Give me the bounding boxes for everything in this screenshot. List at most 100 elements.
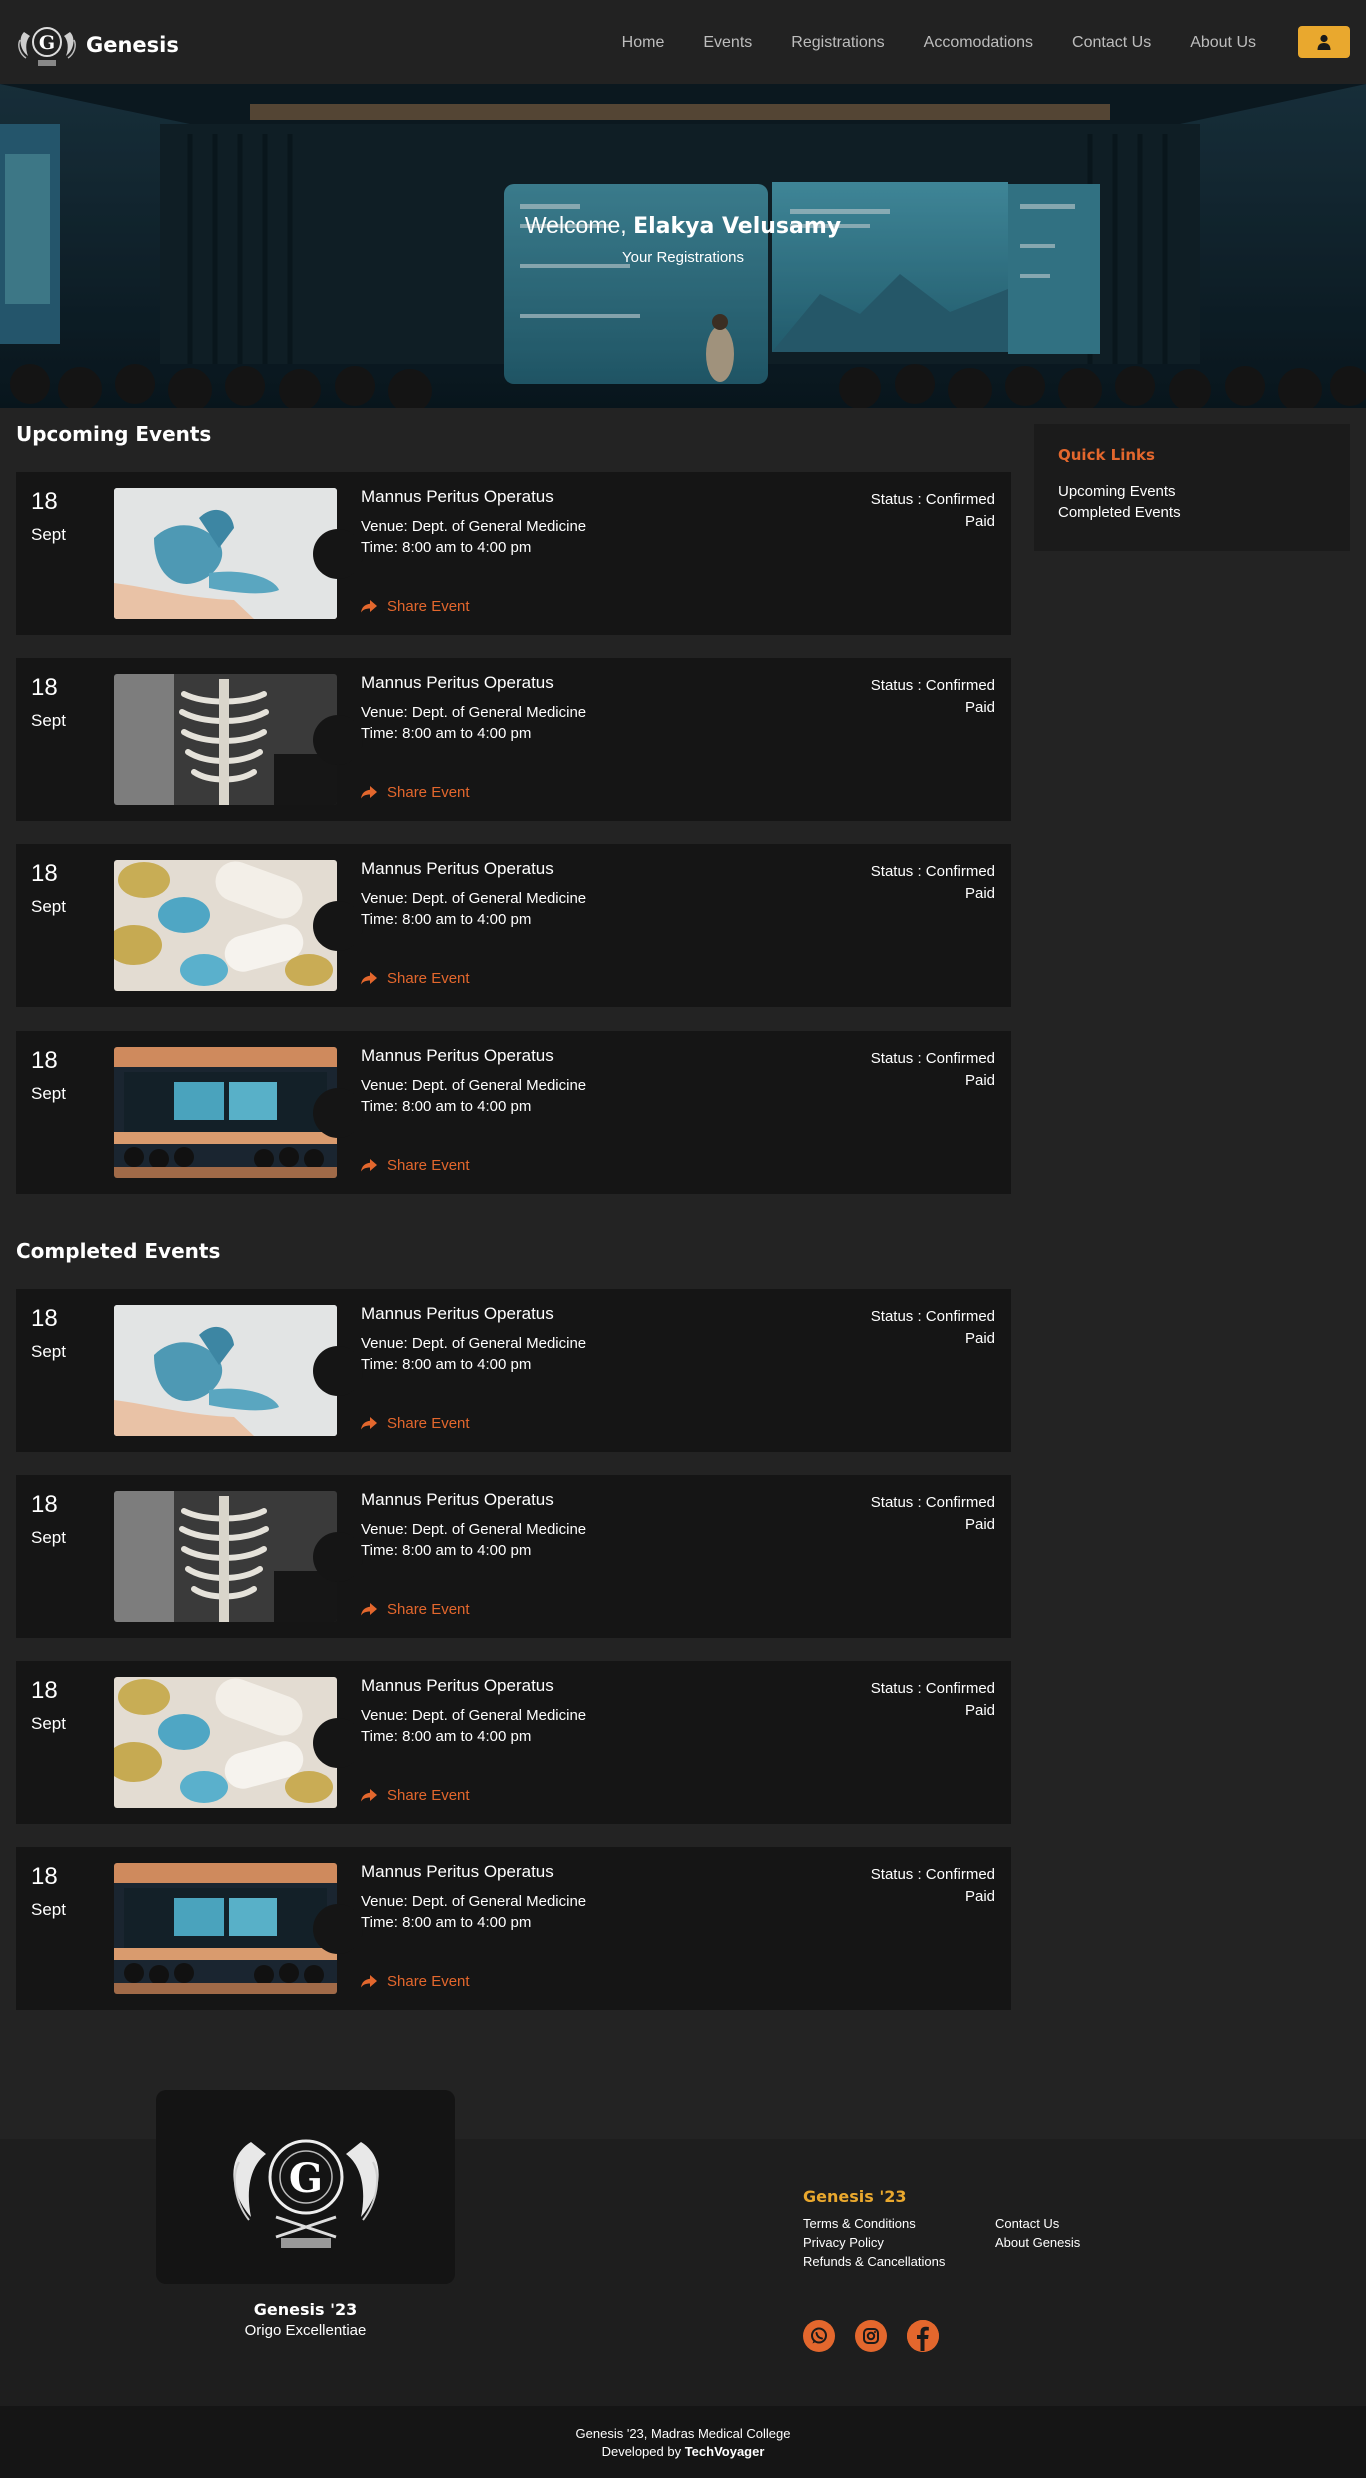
payment-status: Paid bbox=[964, 1702, 995, 1719]
status-text: Status : Confirmed bbox=[870, 1680, 995, 1697]
nav-about-us[interactable]: About Us bbox=[1190, 34, 1256, 52]
upcoming-events-title: Upcoming Events bbox=[16, 422, 212, 446]
event-status: Status : Confirmed Paid bbox=[871, 489, 995, 533]
quick-link-upcoming-events[interactable]: Upcoming Events bbox=[1058, 481, 1326, 502]
event-title[interactable]: Mannus Peritus Operatus bbox=[361, 1490, 554, 1510]
nav-contact-us[interactable]: Contact Us bbox=[1072, 34, 1151, 52]
footer-link-contact[interactable]: Contact Us bbox=[995, 2216, 1059, 2231]
instagram-button[interactable] bbox=[855, 2320, 887, 2352]
share-event-label: Share Event bbox=[387, 1973, 470, 1990]
nav-accomodations[interactable]: Accomodations bbox=[924, 34, 1033, 52]
event-image-notch bbox=[313, 1718, 363, 1768]
event-card: 18 Sept Mannus Peritus Operatus Venue: D… bbox=[16, 472, 1011, 635]
share-event-button[interactable]: Share Event bbox=[361, 598, 470, 615]
event-status: Status : Confirmed Paid bbox=[871, 675, 995, 719]
event-image-gloved-hand bbox=[114, 488, 337, 619]
footer-motto: Origo Excellentiae bbox=[244, 2322, 367, 2339]
status-text: Status : Confirmed bbox=[870, 1866, 995, 1883]
footer-column-title: Genesis '23 bbox=[803, 2187, 907, 2206]
event-day: 18 bbox=[31, 1047, 58, 1074]
share-event-button[interactable]: Share Event bbox=[361, 1601, 470, 1618]
event-venue: Venue: Dept. of General Medicine bbox=[361, 1707, 587, 1724]
event-time: Time: 8:00 am to 4:00 pm bbox=[361, 1098, 532, 1115]
event-title[interactable]: Mannus Peritus Operatus bbox=[361, 1304, 554, 1324]
share-event-button[interactable]: Share Event bbox=[361, 1415, 470, 1432]
event-title[interactable]: Mannus Peritus Operatus bbox=[361, 487, 554, 507]
event-status: Status : Confirmed Paid bbox=[871, 1864, 995, 1908]
event-title[interactable]: Mannus Peritus Operatus bbox=[361, 673, 554, 693]
share-icon bbox=[361, 1159, 377, 1172]
event-venue: Venue: Dept. of General Medicine bbox=[361, 1521, 587, 1538]
event-day: 18 bbox=[31, 860, 58, 887]
event-time: Time: 8:00 am to 4:00 pm bbox=[361, 539, 532, 556]
event-day: 18 bbox=[31, 674, 58, 701]
share-icon bbox=[361, 1975, 377, 1988]
user-name: Elakya Velusamy bbox=[633, 214, 842, 239]
event-title[interactable]: Mannus Peritus Operatus bbox=[361, 859, 554, 879]
event-title[interactable]: Mannus Peritus Operatus bbox=[361, 1862, 554, 1882]
user-account-button[interactable] bbox=[1298, 26, 1350, 58]
share-icon bbox=[361, 600, 377, 613]
event-card: 18 Sept Mannus Peritus Operatus Venue: D… bbox=[16, 1661, 1011, 1824]
event-month: Sept bbox=[31, 1900, 66, 1919]
event-image-notch bbox=[313, 1346, 363, 1396]
share-event-label: Share Event bbox=[387, 784, 470, 801]
event-day: 18 bbox=[31, 1305, 58, 1332]
event-card: 18 Sept Mannus Peritus Operatus Venue: D… bbox=[16, 1475, 1011, 1638]
event-image-skeleton bbox=[114, 674, 337, 805]
event-venue: Venue: Dept. of General Medicine bbox=[361, 1077, 587, 1094]
share-event-label: Share Event bbox=[387, 1601, 470, 1618]
event-image-skeleton bbox=[114, 1491, 337, 1622]
facebook-button[interactable] bbox=[907, 2320, 939, 2352]
event-title[interactable]: Mannus Peritus Operatus bbox=[361, 1046, 554, 1066]
share-event-button[interactable]: Share Event bbox=[361, 784, 470, 801]
payment-status: Paid bbox=[964, 1516, 995, 1533]
whatsapp-button[interactable] bbox=[803, 2320, 835, 2352]
copyright-text: Genesis '23, Madras Medical College bbox=[575, 2426, 791, 2441]
nav-home[interactable]: Home bbox=[622, 34, 665, 52]
status-text: Status : Confirmed bbox=[870, 1494, 995, 1511]
svg-text:G: G bbox=[288, 2155, 322, 2202]
brand[interactable]: G Genesis bbox=[16, 20, 179, 70]
status-text: Status : Confirmed bbox=[870, 677, 995, 694]
share-event-label: Share Event bbox=[387, 970, 470, 987]
nav-registrations[interactable]: Registrations bbox=[791, 34, 884, 52]
event-image-pills bbox=[114, 860, 337, 991]
share-event-button[interactable]: Share Event bbox=[361, 1973, 470, 1990]
payment-status: Paid bbox=[964, 885, 995, 902]
footer-logo-box: G bbox=[156, 2090, 455, 2284]
event-image-auditorium bbox=[114, 1047, 337, 1178]
status-text: Status : Confirmed bbox=[870, 491, 995, 508]
event-title[interactable]: Mannus Peritus Operatus bbox=[361, 1676, 554, 1696]
event-image-gloved-hand bbox=[114, 1305, 337, 1436]
footer-link-about[interactable]: About Genesis bbox=[995, 2235, 1080, 2250]
event-month: Sept bbox=[31, 1084, 66, 1103]
share-icon bbox=[361, 972, 377, 985]
event-day: 18 bbox=[31, 1491, 58, 1518]
event-month: Sept bbox=[31, 711, 66, 730]
payment-status: Paid bbox=[964, 1888, 995, 1905]
brand-name: Genesis bbox=[86, 33, 179, 57]
share-event-button[interactable]: Share Event bbox=[361, 970, 470, 987]
footer-link-privacy[interactable]: Privacy Policy bbox=[803, 2235, 884, 2250]
share-icon bbox=[361, 1417, 377, 1430]
event-day: 18 bbox=[31, 1677, 58, 1704]
footer-link-terms[interactable]: Terms & Conditions bbox=[803, 2216, 916, 2231]
share-event-button[interactable]: Share Event bbox=[361, 1787, 470, 1804]
nav-events[interactable]: Events bbox=[703, 34, 752, 52]
footer-link-refunds[interactable]: Refunds & Cancellations bbox=[803, 2254, 945, 2269]
whatsapp-icon bbox=[811, 2327, 827, 2344]
developer-name: TechVoyager bbox=[684, 2444, 765, 2459]
genesis-logo-icon: G bbox=[18, 27, 76, 66]
share-event-label: Share Event bbox=[387, 1787, 470, 1804]
welcome-prefix: Welcome, bbox=[524, 212, 627, 238]
event-venue: Venue: Dept. of General Medicine bbox=[361, 890, 587, 907]
event-image-auditorium bbox=[114, 1863, 337, 1994]
quick-link-completed-events[interactable]: Completed Events bbox=[1058, 502, 1326, 523]
event-card: 18 Sept Mannus Peritus Operatus Venue: D… bbox=[16, 844, 1011, 1007]
share-event-label: Share Event bbox=[387, 1415, 470, 1432]
event-image-notch bbox=[313, 529, 363, 579]
event-venue: Venue: Dept. of General Medicine bbox=[361, 1893, 587, 1910]
completed-events-title: Completed Events bbox=[16, 1239, 221, 1263]
share-event-button[interactable]: Share Event bbox=[361, 1157, 470, 1174]
